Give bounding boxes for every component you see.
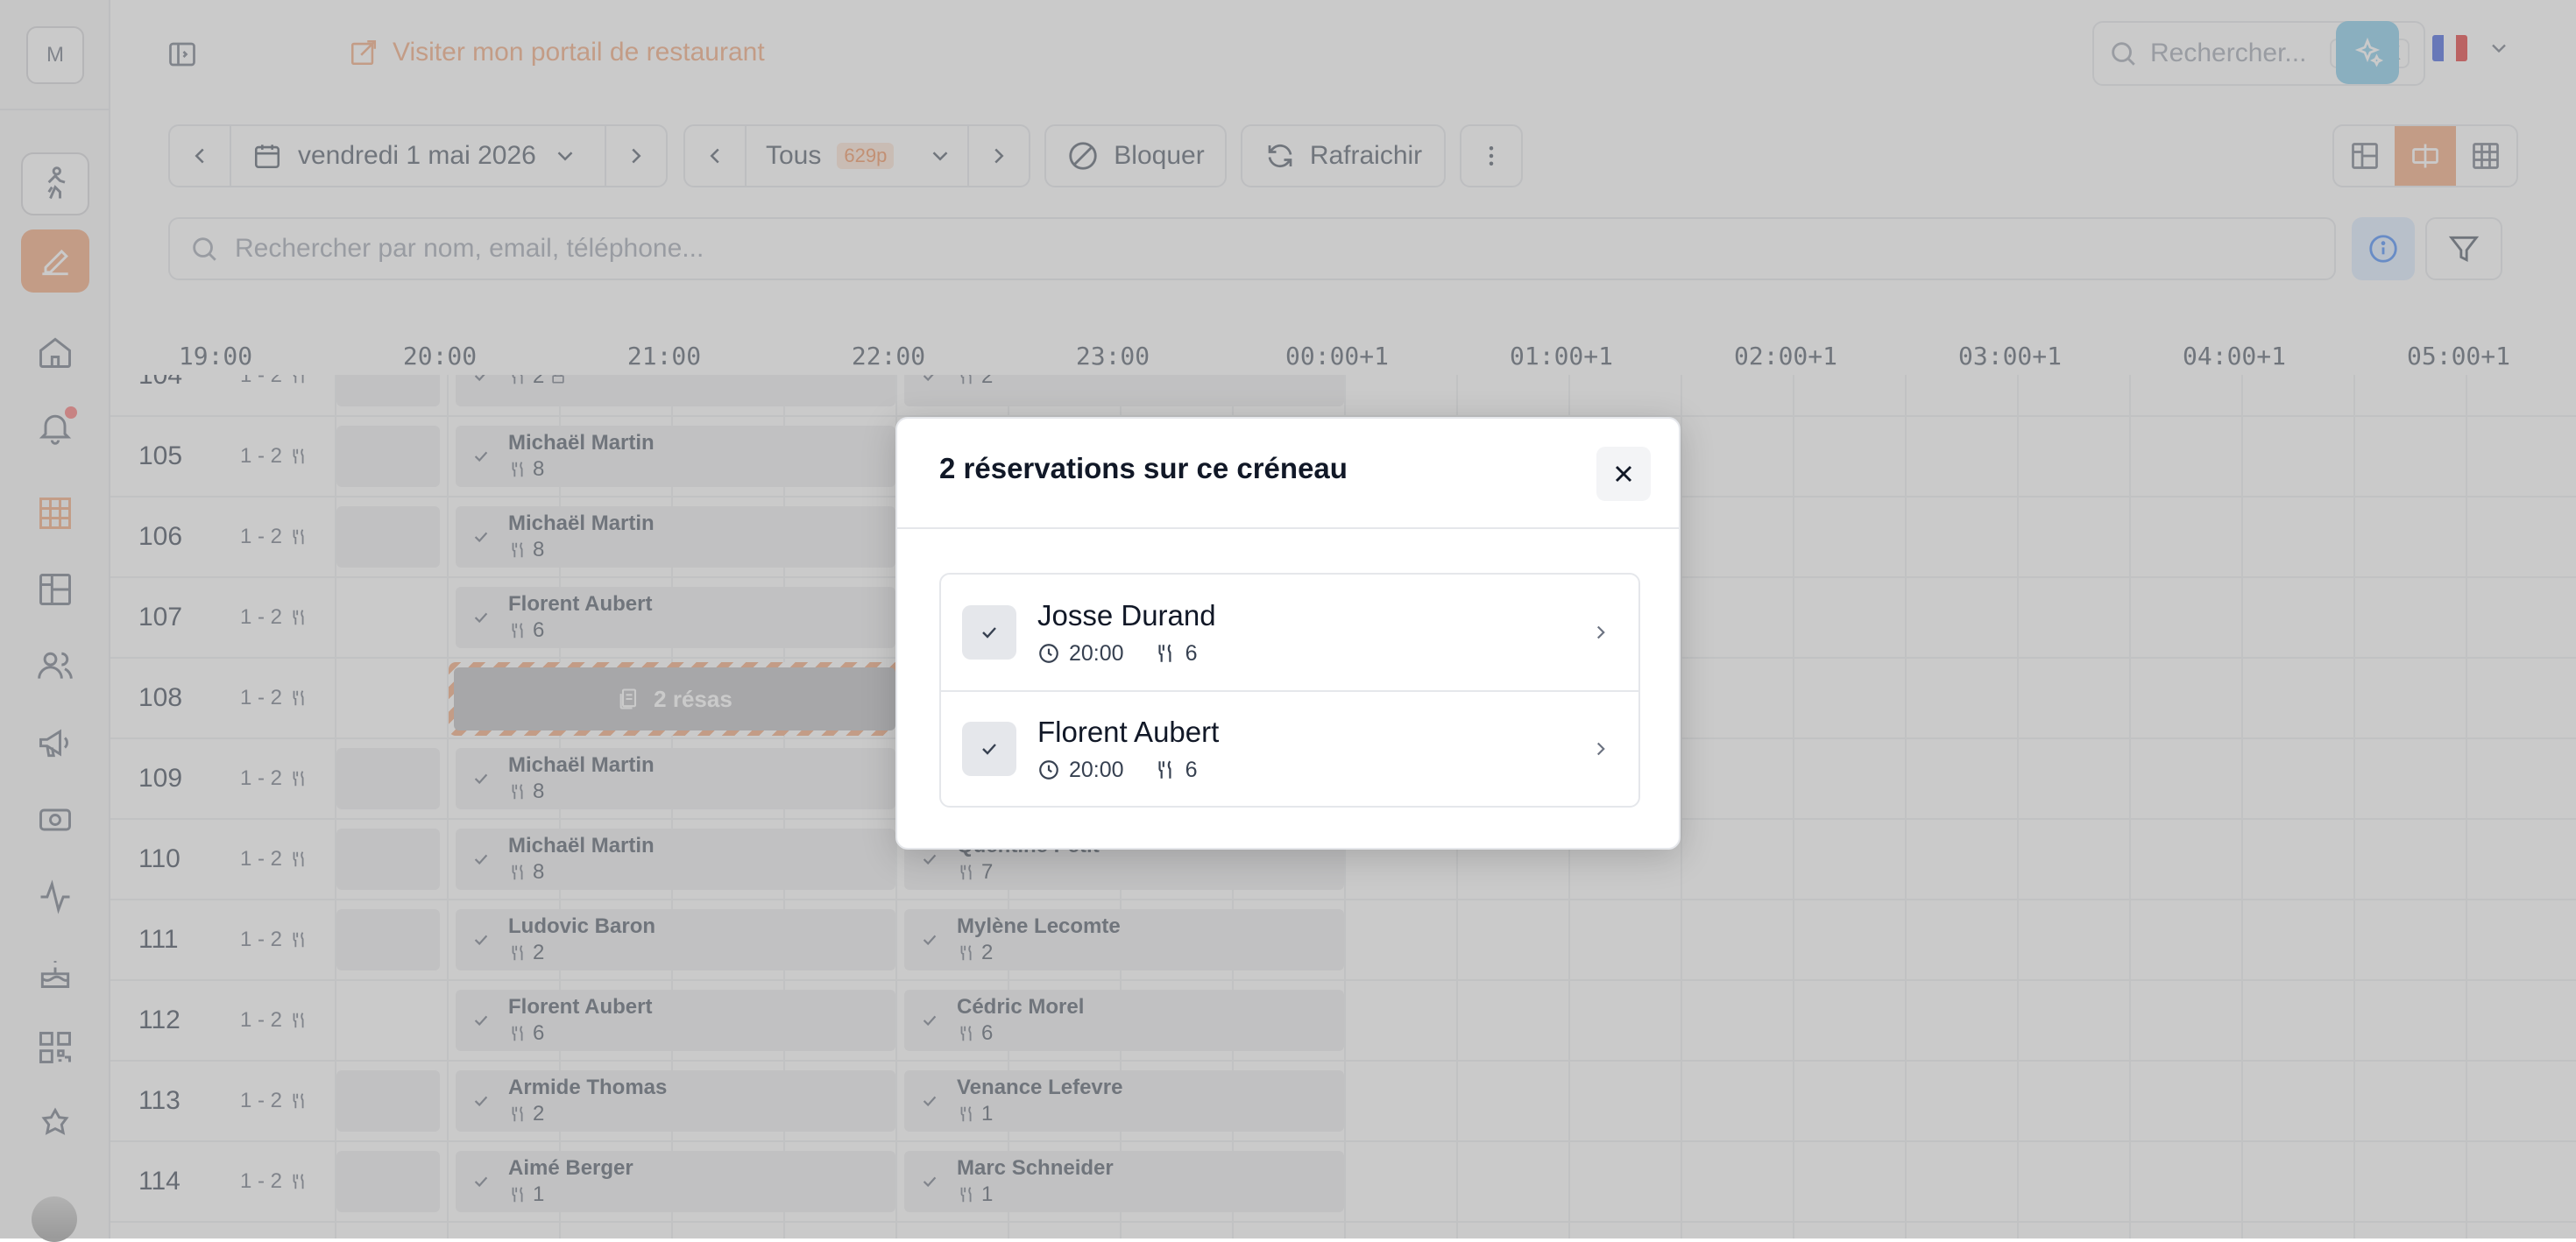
reservations-modal: 2 réservations sur ce créneau Josse Dura… (895, 417, 1681, 850)
reservation-time: 20:00 (1069, 640, 1124, 666)
check-icon (982, 744, 996, 755)
close-icon (1615, 465, 1632, 483)
modal-reservation-list: Josse Durand 20:00 6 Florent Aubert 20:0… (939, 573, 1640, 808)
confirmed-status (962, 605, 1016, 660)
clock-icon (1039, 644, 1058, 663)
modal-title: 2 réservations sur ce créneau (939, 452, 1348, 484)
chevron-right-icon (1596, 742, 1605, 756)
utensils-icon (1157, 760, 1171, 779)
reservation-time: 20:00 (1069, 757, 1124, 782)
clock-icon (1039, 760, 1058, 780)
guest-name: Florent Aubert (1037, 715, 1220, 748)
guest-name: Josse Durand (1037, 598, 1216, 632)
reservation-list-item[interactable]: Josse Durand 20:00 6 (941, 575, 1638, 690)
chevron-right-icon (1596, 625, 1605, 639)
reservation-list-item[interactable]: Florent Aubert 20:00 6 (941, 690, 1638, 806)
covers-count: 6 (1185, 640, 1198, 666)
utensils-icon (1157, 644, 1171, 662)
modal-divider (897, 527, 1679, 529)
check-icon (982, 627, 996, 639)
confirmed-status (962, 722, 1016, 776)
covers-count: 6 (1185, 757, 1198, 782)
modal-close-button[interactable] (1596, 447, 1651, 501)
